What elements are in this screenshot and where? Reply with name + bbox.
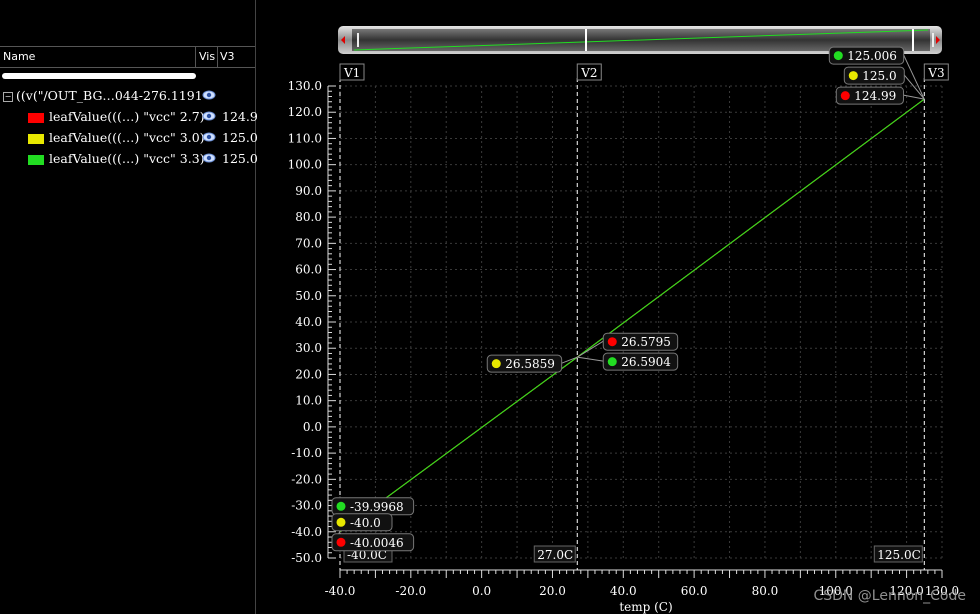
signal-group-label: ((v("/OUT_BG…044-276.1191 bbox=[16, 88, 203, 103]
y-tick-label: 110.0 bbox=[288, 131, 322, 145]
column-divider[interactable] bbox=[195, 47, 196, 67]
annotation-color-dot bbox=[336, 517, 346, 527]
signal-label: leafValue(((…) "vcc" 2.7) bbox=[49, 109, 205, 124]
eye-icon[interactable] bbox=[202, 110, 216, 122]
annotation-leader-line bbox=[561, 356, 578, 364]
signal-v3-value: 125.0 bbox=[222, 130, 258, 145]
legend-panel: Name Vis V3 − ((v("/OUT_BG…044-276.1191 … bbox=[0, 0, 258, 614]
annotation-leader-line bbox=[576, 340, 604, 358]
annotation-value: 26.5904 bbox=[621, 355, 671, 369]
x-axis-title: temp (C) bbox=[619, 600, 672, 614]
color-swatch bbox=[28, 134, 44, 144]
column-vis-header[interactable]: Vis bbox=[199, 50, 215, 63]
eye-icon[interactable] bbox=[202, 131, 216, 143]
x-tick-label: 60.0 bbox=[681, 584, 708, 598]
marker-tag-label: V3 bbox=[927, 66, 944, 80]
x-tick-label: -20.0 bbox=[395, 584, 426, 598]
column-divider[interactable] bbox=[217, 47, 218, 67]
eye-icon[interactable] bbox=[202, 89, 216, 101]
y-tick-label: 30.0 bbox=[295, 341, 322, 355]
annotation-color-dot bbox=[607, 357, 617, 367]
marker-tag-label: V2 bbox=[580, 66, 597, 80]
y-tick-label: -30.0 bbox=[291, 499, 322, 513]
signal-row[interactable]: leafValue(((…) "vcc" 2.7) 124.9 bbox=[0, 107, 258, 127]
watermark: CSDN @Lennon_Code bbox=[813, 588, 966, 604]
overview-marker-v2 bbox=[585, 29, 587, 51]
annotation-value: 124.99 bbox=[854, 89, 896, 103]
annotation-color-dot bbox=[833, 51, 843, 61]
y-tick-label: 10.0 bbox=[295, 394, 322, 408]
horizontal-scrollbar[interactable] bbox=[2, 73, 196, 79]
signal-v3-value: 125.0 bbox=[222, 151, 258, 166]
marker-tag-label: V1 bbox=[343, 66, 360, 80]
annotation-value: 26.5859 bbox=[505, 357, 555, 371]
signal-v3-value: 124.9 bbox=[222, 109, 258, 124]
signal-group-row[interactable]: − ((v("/OUT_BG…044-276.1191 bbox=[0, 86, 255, 106]
annotation-color-dot bbox=[607, 337, 617, 347]
y-tick-label: 0.0 bbox=[303, 420, 322, 434]
marker-x-value: 125.0C bbox=[877, 548, 921, 562]
column-v3-header[interactable]: V3 bbox=[220, 50, 235, 63]
signal-row[interactable]: leafValue(((…) "vcc" 3.3) 125.0 bbox=[0, 149, 258, 169]
annotation-color-dot bbox=[336, 501, 346, 511]
y-tick-label: 120.0 bbox=[288, 105, 322, 119]
waveform-chart[interactable]: 130.0 120.0 110.0 100.0 90.0 80.0 70.0 60.0 50.0… bbox=[256, 0, 980, 614]
x-tick-label: 20.0 bbox=[539, 584, 566, 598]
marker-x-value: 27.0C bbox=[537, 548, 573, 562]
annotation-value: -39.9968 bbox=[350, 500, 404, 514]
signal-row[interactable]: leafValue(((…) "vcc" 3.0) 125.0 bbox=[0, 128, 258, 148]
annotation-value: 26.5795 bbox=[621, 335, 671, 349]
zoom-handle-right[interactable] bbox=[932, 33, 934, 47]
x-tick-label: 0.0 bbox=[472, 584, 491, 598]
y-tick-label: -10.0 bbox=[291, 446, 322, 460]
annotation-value: -40.0 bbox=[350, 516, 381, 530]
collapse-icon[interactable]: − bbox=[3, 92, 13, 102]
annotation-color-dot bbox=[336, 537, 346, 547]
y-tick-label: 40.0 bbox=[295, 315, 322, 329]
y-tick-label: -50.0 bbox=[291, 551, 322, 565]
annotation-value: -40.0046 bbox=[350, 536, 404, 550]
x-tick-label: 80.0 bbox=[752, 584, 779, 598]
plot-grid bbox=[339, 85, 943, 559]
annotation-leader-line bbox=[577, 356, 604, 362]
y-tick-label: 20.0 bbox=[295, 367, 322, 381]
annotation-value: 125.0 bbox=[862, 69, 896, 83]
annotation-color-dot bbox=[848, 71, 858, 81]
y-tick-label: -40.0 bbox=[291, 525, 322, 539]
legend-header: Name Vis V3 bbox=[0, 46, 255, 68]
overview-marker-v3 bbox=[912, 29, 914, 51]
y-tick-label: 60.0 bbox=[295, 263, 322, 277]
y-tick-label: 50.0 bbox=[295, 289, 322, 303]
column-name-header[interactable]: Name bbox=[3, 50, 35, 63]
x-tick-label: 40.0 bbox=[610, 584, 637, 598]
y-tick-label: 130.0 bbox=[288, 79, 322, 93]
y-tick-label: 100.0 bbox=[288, 158, 322, 172]
signal-label: leafValue(((…) "vcc" 3.3) bbox=[49, 151, 205, 166]
annotation-color-dot bbox=[491, 359, 501, 369]
zoom-handle-left[interactable] bbox=[357, 33, 359, 47]
annotation-value: 125.006 bbox=[847, 49, 897, 63]
plot-series bbox=[339, 98, 925, 533]
annotation-color-dot bbox=[840, 91, 850, 101]
plot-markers: V1-40.0CV227.0CV3125.0C bbox=[339, 63, 949, 570]
series-line-2 bbox=[339, 98, 925, 533]
x-tick-label: -40.0 bbox=[325, 584, 356, 598]
y-tick-label: -20.0 bbox=[291, 472, 322, 486]
y-tick-label: 80.0 bbox=[295, 210, 322, 224]
color-swatch bbox=[28, 155, 44, 165]
eye-icon[interactable] bbox=[202, 152, 216, 164]
y-tick-label: 90.0 bbox=[295, 184, 322, 198]
color-swatch bbox=[28, 113, 44, 123]
signal-label: leafValue(((…) "vcc" 3.0) bbox=[49, 130, 205, 145]
y-tick-label: 70.0 bbox=[295, 236, 322, 250]
